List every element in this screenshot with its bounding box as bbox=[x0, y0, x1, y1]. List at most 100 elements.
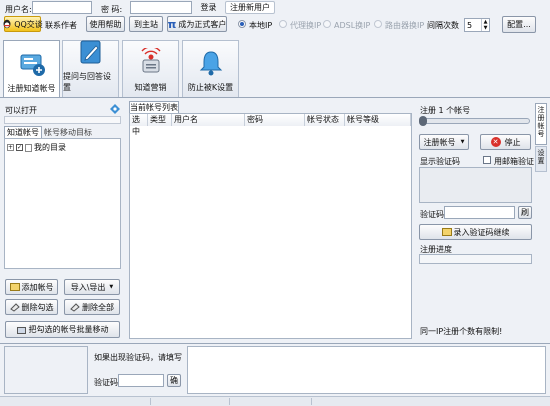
username-label: 用户名: bbox=[5, 5, 32, 14]
folder-icon bbox=[25, 143, 32, 152]
account-table[interactable]: 选中 类型 用户名 密码 帐号状态 帐号等级 bbox=[129, 113, 412, 339]
email-verify-label: 用邮箱验证 bbox=[494, 157, 534, 166]
bottom-divider bbox=[0, 343, 550, 344]
import-export-button[interactable]: 导入\导出 ▼ bbox=[64, 279, 120, 295]
router-ip-label: 路由器换IP bbox=[385, 21, 425, 30]
add-account-icon bbox=[9, 282, 20, 292]
local-ip-radio[interactable] bbox=[238, 20, 246, 28]
col-password[interactable]: 密码 bbox=[245, 114, 305, 126]
diamond-help-icon[interactable] bbox=[110, 104, 120, 114]
eraser-icon bbox=[9, 302, 20, 312]
enter-captcha-icon bbox=[441, 227, 452, 237]
side-tab-register[interactable]: 注册帐号 bbox=[535, 103, 547, 145]
stop-icon: ✕ bbox=[490, 137, 501, 147]
can-open-label: 可以打开 bbox=[5, 106, 37, 115]
adsl-ip-radio[interactable] bbox=[323, 20, 331, 28]
refresh-captcha-button[interactable]: 刷 bbox=[518, 206, 532, 219]
batch-move-label: 把勾选的帐号批量移动 bbox=[28, 325, 109, 334]
tree-root-label: 我的目录 bbox=[34, 143, 66, 152]
enter-captcha-continue-button[interactable]: 录入验证码继续 bbox=[419, 224, 532, 240]
bottom-captcha-input[interactable] bbox=[118, 374, 164, 387]
import-export-label: 导入\导出 bbox=[70, 282, 106, 292]
tree-checkbox[interactable]: ✓ bbox=[16, 144, 23, 151]
tab-qa-settings[interactable]: 提问与回答设置 bbox=[62, 40, 119, 97]
bottom-captcha-label: 验证码 bbox=[94, 378, 118, 387]
status-cell-2 bbox=[232, 398, 312, 405]
interval-spinner[interactable]: ▲▼ bbox=[464, 18, 490, 32]
proxy-ip-radio[interactable] bbox=[279, 20, 287, 28]
interval-label: 间隔次数 bbox=[427, 21, 459, 30]
username-input[interactable] bbox=[32, 1, 92, 14]
batch-move-button[interactable]: 把勾选的帐号批量移动 bbox=[5, 321, 120, 338]
qq-chat-label: QQ交谈 bbox=[14, 19, 43, 29]
table-body bbox=[130, 126, 411, 338]
tab-qa-settings-label: 提问与回答设置 bbox=[63, 72, 111, 92]
help-button[interactable]: 使用帮助 bbox=[86, 16, 125, 32]
delete-checked-label: 删除勾选 bbox=[21, 302, 54, 312]
add-account-label: 添加帐号 bbox=[21, 282, 54, 292]
captcha-input[interactable] bbox=[444, 206, 515, 219]
subtab-accounts[interactable]: 知道帐号 bbox=[4, 126, 42, 138]
stop-label: 停止 bbox=[504, 137, 521, 147]
bottom-confirm-button[interactable]: 确 bbox=[167, 374, 181, 387]
tab-marketing-label: 知道营销 bbox=[134, 83, 167, 92]
tab-register-account[interactable]: 注册知道帐号 bbox=[3, 40, 60, 98]
tab-register-account-label: 注册知道帐号 bbox=[7, 84, 56, 93]
email-verify-checkbox[interactable] bbox=[483, 156, 491, 164]
spinner-arrows-icon[interactable]: ▲ ▼ bbox=[481, 19, 489, 31]
status-bar bbox=[0, 396, 550, 406]
config-button[interactable]: 配置... bbox=[502, 16, 536, 33]
col-account-status[interactable]: 帐号状态 bbox=[305, 114, 345, 126]
col-type[interactable]: 类型 bbox=[148, 114, 172, 126]
col-selected[interactable]: 选中 bbox=[130, 114, 148, 136]
delete-all-button[interactable]: 删除全部 bbox=[64, 299, 120, 315]
qq-chat-button[interactable]: QQ交谈 bbox=[2, 16, 43, 32]
broadcast-icon bbox=[136, 46, 166, 78]
register-account-icon bbox=[17, 49, 47, 79]
table-header: 选中 类型 用户名 密码 帐号状态 帐号等级 bbox=[130, 114, 411, 136]
edit-pen-icon bbox=[76, 37, 106, 67]
tree-root-item[interactable]: + ✓ 我的目录 bbox=[7, 142, 66, 153]
register-progress-bar bbox=[419, 254, 532, 264]
captcha-image-box bbox=[419, 167, 532, 203]
become-formal-customer-button[interactable]: π 成为正式客户 bbox=[167, 16, 227, 32]
enter-captcha-label: 录入验证码继续 bbox=[453, 227, 510, 237]
tab-anti-ban-settings[interactable]: 防止被K设置 bbox=[182, 40, 239, 97]
col-username[interactable]: 用户名 bbox=[172, 114, 245, 126]
tab-strip-divider bbox=[0, 97, 550, 98]
router-ip-radio[interactable] bbox=[374, 20, 382, 28]
add-account-button[interactable]: 添加帐号 bbox=[5, 279, 58, 295]
status-cell-1 bbox=[150, 398, 230, 405]
side-tab-settings[interactable]: 设置 bbox=[535, 146, 547, 172]
move-icon bbox=[16, 325, 27, 335]
formal-customer-label: 成为正式客户 bbox=[178, 19, 227, 29]
tab-anti-ban-label: 防止被K设置 bbox=[187, 83, 234, 92]
bottom-left-box bbox=[4, 346, 88, 394]
password-input[interactable] bbox=[130, 1, 192, 14]
delete-checked-button[interactable]: 删除勾选 bbox=[5, 299, 58, 315]
col-account-level[interactable]: 帐号等级 bbox=[345, 114, 411, 126]
tab-current-accounts[interactable]: 当前帐号列表 bbox=[129, 101, 179, 113]
register-account-button-label: 注册帐号 bbox=[423, 137, 456, 147]
stop-button[interactable]: ✕ 停止 bbox=[480, 134, 531, 150]
login-button[interactable]: 登录 bbox=[196, 1, 221, 14]
dropdown-arrow-icon: ▼ bbox=[109, 284, 114, 290]
home-site-button[interactable]: 到主站 bbox=[129, 16, 163, 32]
bottom-log-area[interactable] bbox=[187, 346, 546, 394]
local-ip-label: 本地IP bbox=[249, 21, 273, 30]
account-tree[interactable]: + ✓ 我的目录 bbox=[4, 138, 121, 269]
slider-thumb[interactable] bbox=[419, 116, 427, 126]
tab-marketing[interactable]: 知道营销 bbox=[122, 40, 179, 97]
register-account-button[interactable]: 注册帐号 ▼ bbox=[419, 134, 469, 150]
subtab-move-target[interactable]: 帐号移动目标 bbox=[43, 126, 93, 138]
captcha-label: 验证码 bbox=[420, 210, 444, 219]
tree-expand-icon[interactable]: + bbox=[7, 144, 14, 151]
register-count-slider[interactable] bbox=[419, 116, 530, 126]
qq-penguin-icon bbox=[2, 19, 12, 29]
delete-all-label: 删除全部 bbox=[82, 302, 114, 312]
captcha-hint: 如果出现验证码，请填写 bbox=[94, 353, 182, 362]
password-label: 密 码: bbox=[101, 5, 123, 14]
contact-author-link[interactable]: 联系作者 bbox=[45, 20, 77, 31]
adsl-ip-label: ADSL换IP bbox=[334, 21, 371, 30]
register-new-user-link[interactable]: 注册新用户 bbox=[225, 1, 275, 14]
